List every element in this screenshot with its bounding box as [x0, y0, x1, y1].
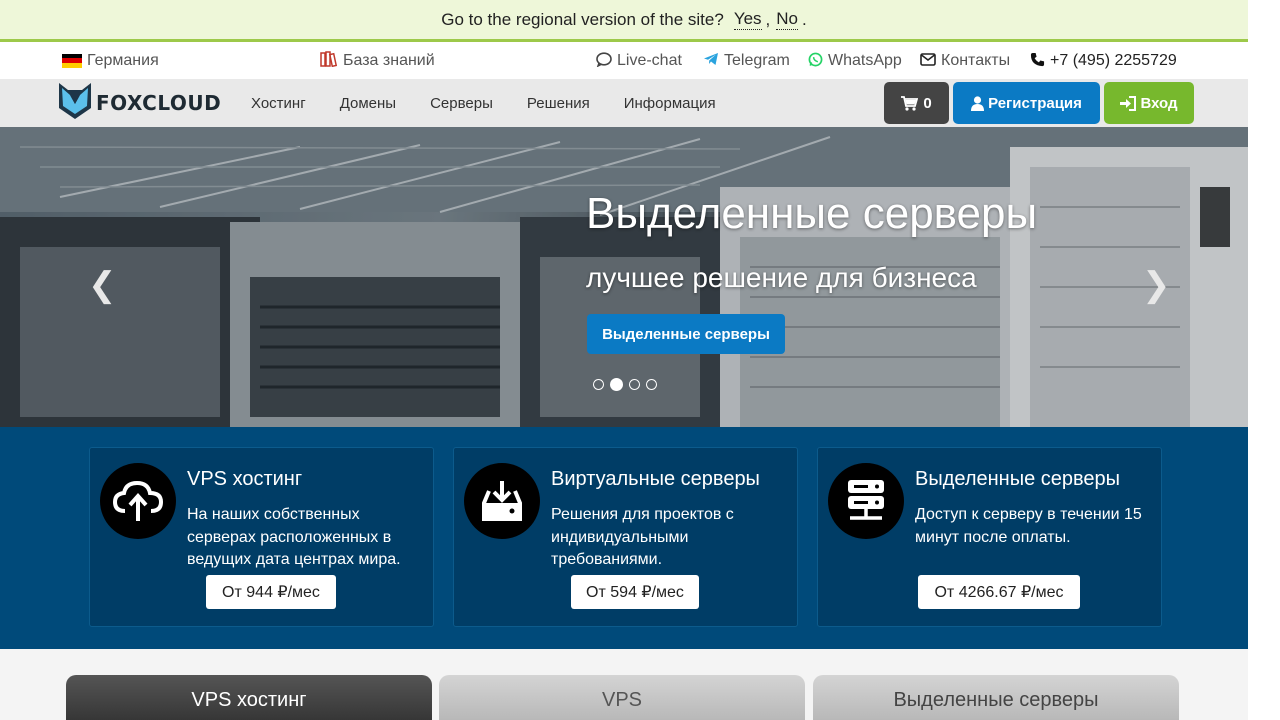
hero-title: Выделенные серверы	[586, 189, 1038, 238]
region-banner: Go to the regional version of the site? …	[0, 0, 1248, 42]
germany-flag-icon	[62, 53, 82, 68]
cloud-upload-icon	[100, 463, 176, 539]
region-yes-link[interactable]: Yes	[733, 9, 762, 30]
tab-dedicated-servers[interactable]: Выделенные серверы	[813, 675, 1179, 720]
server-icon	[828, 463, 904, 539]
login-button[interactable]: Вход	[1104, 82, 1194, 124]
tab-vps-hosting[interactable]: VPS хостинг	[66, 675, 432, 720]
feature-card-virtual-servers: Виртуальные серверы Решения для проектов…	[453, 447, 798, 627]
feature-description: Решения для проектов с индивидуальными т…	[551, 506, 734, 568]
live-chat-label: Live-chat	[617, 51, 682, 69]
features-section: VPS хостинг На наших собственных сервера…	[0, 427, 1248, 649]
whatsapp-label: WhatsApp	[828, 51, 902, 69]
country-selector[interactable]: Германия	[62, 42, 159, 79]
telegram-link[interactable]: Telegram	[703, 42, 790, 79]
cart-button[interactable]: 0	[884, 82, 949, 124]
live-chat-link[interactable]: Live-chat	[596, 42, 682, 79]
knowledge-base-label: База знаний	[343, 51, 435, 69]
cart-icon	[901, 95, 919, 111]
feature-title: VPS хостинг	[187, 468, 303, 490]
telegram-label: Telegram	[724, 51, 790, 69]
drive-download-icon	[464, 463, 540, 539]
slider-prev-arrow-icon[interactable]: ❮	[88, 268, 117, 302]
feature-price-button[interactable]: От 944 ₽/мес	[206, 575, 336, 609]
menu-item-hosting[interactable]: Хостинг	[251, 95, 306, 112]
login-label: Вход	[1140, 94, 1178, 112]
register-label: Регистрация	[988, 94, 1082, 112]
menu-item-information[interactable]: Информация	[624, 95, 716, 112]
logo-text: FOXCLOUD	[96, 91, 222, 115]
hero-cta-button[interactable]: Выделенные серверы	[587, 314, 785, 354]
user-icon	[971, 95, 985, 111]
region-period: .	[802, 9, 807, 29]
slider-dot-2[interactable]	[610, 378, 623, 391]
envelope-icon	[920, 52, 936, 69]
register-button[interactable]: Регистрация	[953, 82, 1100, 124]
region-question: Go to the regional version of the site?	[441, 9, 724, 29]
hero-subtitle: лучшее решение для бизнеса	[586, 262, 977, 293]
region-no-link[interactable]: No	[776, 9, 799, 30]
logo-link[interactable]: FOXCLOUD	[58, 82, 222, 125]
contacts-link[interactable]: Контакты	[920, 42, 1010, 79]
phone-label: +7 (495) 2255729	[1050, 51, 1177, 69]
feature-price-button[interactable]: От 594 ₽/мес	[571, 575, 699, 609]
phone-icon	[1030, 52, 1045, 70]
region-separator: ,	[765, 9, 771, 29]
chat-bubble-icon	[596, 51, 612, 70]
country-label: Германия	[87, 51, 159, 69]
knowledge-base-link[interactable]: База знаний	[320, 42, 435, 79]
feature-card-vps-hosting: VPS хостинг На наших собственных сервера…	[89, 447, 434, 627]
fox-logo-icon	[58, 82, 92, 125]
whatsapp-icon	[808, 52, 823, 70]
tab-vps[interactable]: VPS	[439, 675, 805, 720]
feature-description: На наших собственных серверах расположен…	[187, 506, 401, 568]
phone-link[interactable]: +7 (495) 2255729	[1030, 42, 1177, 79]
whatsapp-link[interactable]: WhatsApp	[808, 42, 902, 79]
slider-dots	[593, 378, 663, 391]
main-navbar: FOXCLOUD Хостинг Домены Серверы Решения …	[0, 79, 1248, 127]
menu-item-domains[interactable]: Домены	[340, 95, 396, 112]
main-menu: Хостинг Домены Серверы Решения Информаци…	[251, 79, 750, 127]
slider-next-arrow-icon[interactable]: ❯	[1142, 268, 1171, 302]
sign-in-icon	[1120, 95, 1137, 111]
top-info-bar: Германия База знаний Live-chat Telegram …	[0, 42, 1248, 79]
menu-item-servers[interactable]: Серверы	[430, 95, 493, 112]
feature-title: Выделенные серверы	[915, 468, 1121, 490]
slider-dot-4[interactable]	[646, 379, 657, 390]
feature-description: Доступ к серверу в течении 15 минут посл…	[915, 506, 1142, 546]
page-scrollbar[interactable]	[1248, 0, 1280, 720]
feature-title: Виртуальные серверы	[551, 468, 760, 490]
feature-card-dedicated-servers: Выделенные серверы Доступ к серверу в те…	[817, 447, 1162, 627]
slider-dot-1[interactable]	[593, 379, 604, 390]
cart-count: 0	[923, 94, 932, 112]
page: Go to the regional version of the site? …	[0, 0, 1248, 720]
books-icon	[320, 51, 338, 70]
menu-item-solutions[interactable]: Решения	[527, 95, 590, 112]
telegram-icon	[703, 52, 719, 69]
slider-dot-3[interactable]	[629, 379, 640, 390]
feature-price-button[interactable]: От 4266.67 ₽/мес	[918, 575, 1080, 609]
contacts-label: Контакты	[941, 51, 1011, 69]
